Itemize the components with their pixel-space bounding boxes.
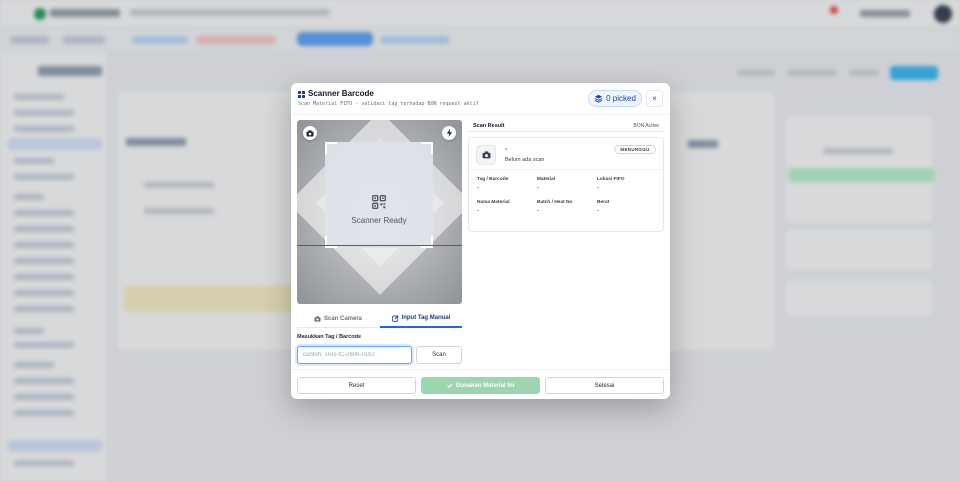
- tab-label: Input Tag Manual: [401, 315, 451, 321]
- camera-switch-button[interactable]: [303, 126, 317, 140]
- field-tag-barcode: Tag / Barcode -: [477, 177, 509, 191]
- modal-subtitle: Scan Material FIFO - validasi tag terhad…: [298, 101, 479, 107]
- bon-status-label: BON Active: [633, 123, 659, 129]
- close-icon: ×: [652, 94, 657, 103]
- tab-label: Scan Camera: [323, 316, 363, 322]
- scan-result-card: - Belum ada scan MENUNGGU Tag / Barcode …: [468, 137, 664, 232]
- status-badge: MENUNGGU: [614, 145, 656, 154]
- scan-result-header: Scan Result BON Active: [468, 120, 664, 132]
- scanner-modal: Scanner Barcode Scan Material FIFO - val…: [291, 83, 670, 399]
- edit-icon: [391, 314, 399, 322]
- scanner-ready-text: Scanner Ready: [351, 216, 407, 225]
- scan-button[interactable]: Scan: [416, 346, 462, 364]
- camera-icon: [314, 316, 321, 322]
- qr-code-icon: [372, 195, 386, 209]
- scan-result-title: Scan Result: [473, 123, 505, 129]
- tab-input-tag-manual[interactable]: Input Tag Manual: [380, 310, 462, 328]
- field-material: Material -: [537, 177, 556, 191]
- reset-button[interactable]: Reset: [297, 377, 416, 394]
- camera-icon: [482, 151, 490, 159]
- tab-scan-camera[interactable]: Scan Camera: [297, 310, 379, 328]
- layers-icon: [594, 94, 603, 103]
- field-nama-material: Nama Material -: [477, 200, 510, 214]
- tag-barcode-input[interactable]: [297, 346, 412, 364]
- field-lokasi-fifo: Lokasi FIFO -: [597, 177, 625, 191]
- done-button[interactable]: Selesai: [545, 377, 664, 394]
- picked-count-label: 0 picked: [606, 94, 636, 103]
- manual-input-label: Masukkan Tag / Barcode: [297, 334, 362, 340]
- picked-counter-badge: 0 picked: [588, 90, 642, 107]
- result-item-name: -: [505, 147, 507, 153]
- camera-icon: [306, 129, 314, 136]
- flash-toggle-button[interactable]: [442, 126, 456, 140]
- field-berat: Berat -: [597, 200, 610, 214]
- scan-mode-tabs: Scan Camera Input Tag Manual: [297, 310, 462, 328]
- use-material-button[interactable]: Gunakan Material Ini: [421, 377, 540, 394]
- use-material-label: Gunakan Material Ini: [455, 382, 515, 389]
- result-state-text: Belum ada scan: [505, 157, 545, 163]
- close-button[interactable]: ×: [646, 90, 663, 107]
- modal-footer: Reset Gunakan Material Ini Selesai: [291, 369, 670, 399]
- result-thumbnail: [476, 145, 496, 165]
- flash-icon: [446, 129, 452, 137]
- grid-icon: [298, 91, 305, 98]
- camera-viewport[interactable]: Scanner Ready: [297, 120, 462, 304]
- check-icon: [446, 383, 453, 388]
- scan-line: [297, 245, 462, 246]
- field-batch-heat-no: Batch / Heat No -: [537, 200, 573, 214]
- modal-title: Scanner Barcode: [308, 89, 374, 98]
- modal-header: Scanner Barcode Scan Material FIFO - val…: [291, 83, 670, 115]
